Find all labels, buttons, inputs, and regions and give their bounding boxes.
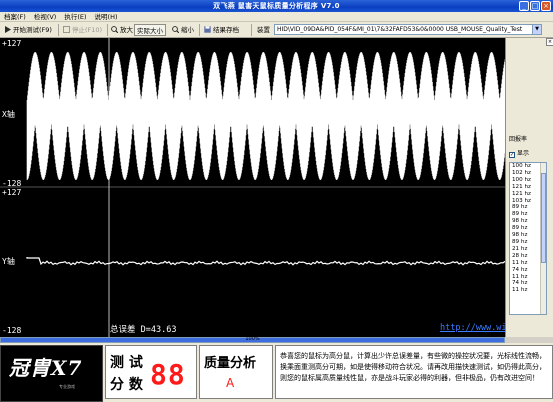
start-test-button[interactable]: 开始测试(F9) [2, 24, 54, 36]
menu-file[interactable]: 档案(F) [0, 12, 30, 22]
zoom-in-label: 放大 [120, 26, 133, 34]
total-error-readout: 总误差 D=43.63 [110, 323, 176, 335]
quality-analysis-box: 质量分析 A [199, 345, 273, 399]
magnifier-minus-icon [172, 25, 180, 34]
progress-label: 100% [245, 336, 260, 342]
test-score-label-1: 测 试 [110, 355, 143, 371]
device-label: 装置 [257, 26, 270, 34]
toolbar-separator [107, 24, 108, 36]
quality-analysis-label: 质量分析 [204, 356, 257, 371]
analysis-comment: 恭喜您的鼠标为高分鼠，计算出少许总误差量，有些微的操控状况要，光标线性流畅，换乘… [275, 345, 553, 399]
test-score-box: 测 试 分 数 88 [105, 345, 197, 399]
play-icon [4, 25, 11, 33]
logo-text: 冠胄X7 [9, 356, 83, 380]
menu-help[interactable]: 说明(H) [91, 12, 122, 22]
scrollbar-thumb[interactable] [541, 173, 546, 263]
save-result-button[interactable]: 结果存档 [202, 24, 241, 36]
report-rate-title: 回报率 [509, 136, 528, 143]
window-title: 双飞燕 鼠害天鼠标质量分析程序 V7.0 [213, 2, 340, 10]
total-error-value: D=43.63 [140, 325, 177, 335]
y-axis-waveform [26, 257, 505, 266]
toolbar: 开始测试(F9) 停止(F10) 放大 实际大小 缩小 结果存档 装置 HID\… [0, 22, 553, 38]
save-result-label: 结果存档 [213, 26, 239, 34]
checkmark-icon: ✓ [509, 152, 515, 158]
website-link[interactable]: http://www.wir [440, 323, 505, 333]
title-bar: 双飞燕 鼠害天鼠标质量分析程序 V7.0 _ □ × [0, 0, 553, 12]
report-rate-list[interactable]: 100 hz 102 hz 100 hz 121 hz 121 hz 103 hz 89 h… [509, 162, 547, 315]
zoom-in-button[interactable]: 放大 [109, 24, 135, 36]
waveform-canvas [0, 38, 505, 337]
toolbar-separator [199, 24, 200, 36]
close-button[interactable]: × [541, 1, 551, 11]
rate-list-scrollbar[interactable] [540, 163, 546, 314]
stop-button[interactable]: 停止(F10) [61, 24, 104, 36]
x-axis-waveform [26, 52, 505, 180]
test-score-label-2: 分 数 [110, 377, 143, 393]
y-axis-top-label: +127 [2, 188, 22, 197]
floppy-disk-icon [204, 25, 211, 33]
show-checkbox-label: 显示 [517, 150, 530, 157]
actual-size-button[interactable]: 实际大小 [134, 24, 166, 36]
device-select-value: HID\VID_09DA&PID_054F&MI_01\7&32FAFD53&0… [277, 26, 523, 33]
minimize-button[interactable]: _ [519, 1, 529, 11]
show-checkbox[interactable]: ✓ 显示 [509, 148, 529, 158]
menu-execute[interactable]: 执行(E) [60, 12, 90, 22]
toolbar-separator [251, 24, 252, 36]
test-score-value: 88 [150, 358, 186, 391]
logo-sub-text: 专业游戏 [59, 384, 75, 389]
quality-grade: A [226, 376, 235, 390]
menu-bar: 档案(F) 检视(V) 执行(E) 说明(H) [0, 12, 553, 22]
start-test-label: 开始测试(F9) [13, 26, 52, 34]
magnifier-plus-icon [111, 25, 119, 34]
menu-view[interactable]: 检视(V) [30, 12, 61, 22]
chevron-down-icon[interactable]: ▼ [532, 25, 541, 34]
maximize-button[interactable]: □ [530, 1, 540, 11]
y-axis-bottom-label: -128 [2, 326, 22, 335]
x-axis-top-label: +127 [2, 39, 22, 48]
total-error-label: 总误差 [110, 325, 136, 335]
waveform-plot: +127 X轴 -128 +127 Y轴 -128 总误差 D=43.63 ht… [0, 38, 505, 337]
x-axis-bottom-label: -128 [2, 179, 22, 188]
y-axis-label: Y轴 [2, 257, 15, 266]
zoom-out-button[interactable]: 缩小 [170, 24, 196, 36]
stop-label: 停止(F10) [72, 26, 103, 34]
zoom-out-label: 缩小 [181, 26, 194, 34]
stop-icon [63, 25, 70, 33]
brand-logo: 冠胄X7 专业游戏 [0, 345, 103, 402]
device-select[interactable]: HID\VID_09DA&PID_054F&MI_01\7&32FAFD53&0… [274, 24, 542, 35]
toolbar-separator [58, 24, 59, 36]
x-axis-label: X轴 [2, 110, 15, 119]
report-rate-panel: × 回报率 ✓ 显示 100 hz 102 hz 100 hz 121 hz 121 hz… [505, 38, 553, 337]
panel-close-icon[interactable]: × [546, 38, 553, 46]
